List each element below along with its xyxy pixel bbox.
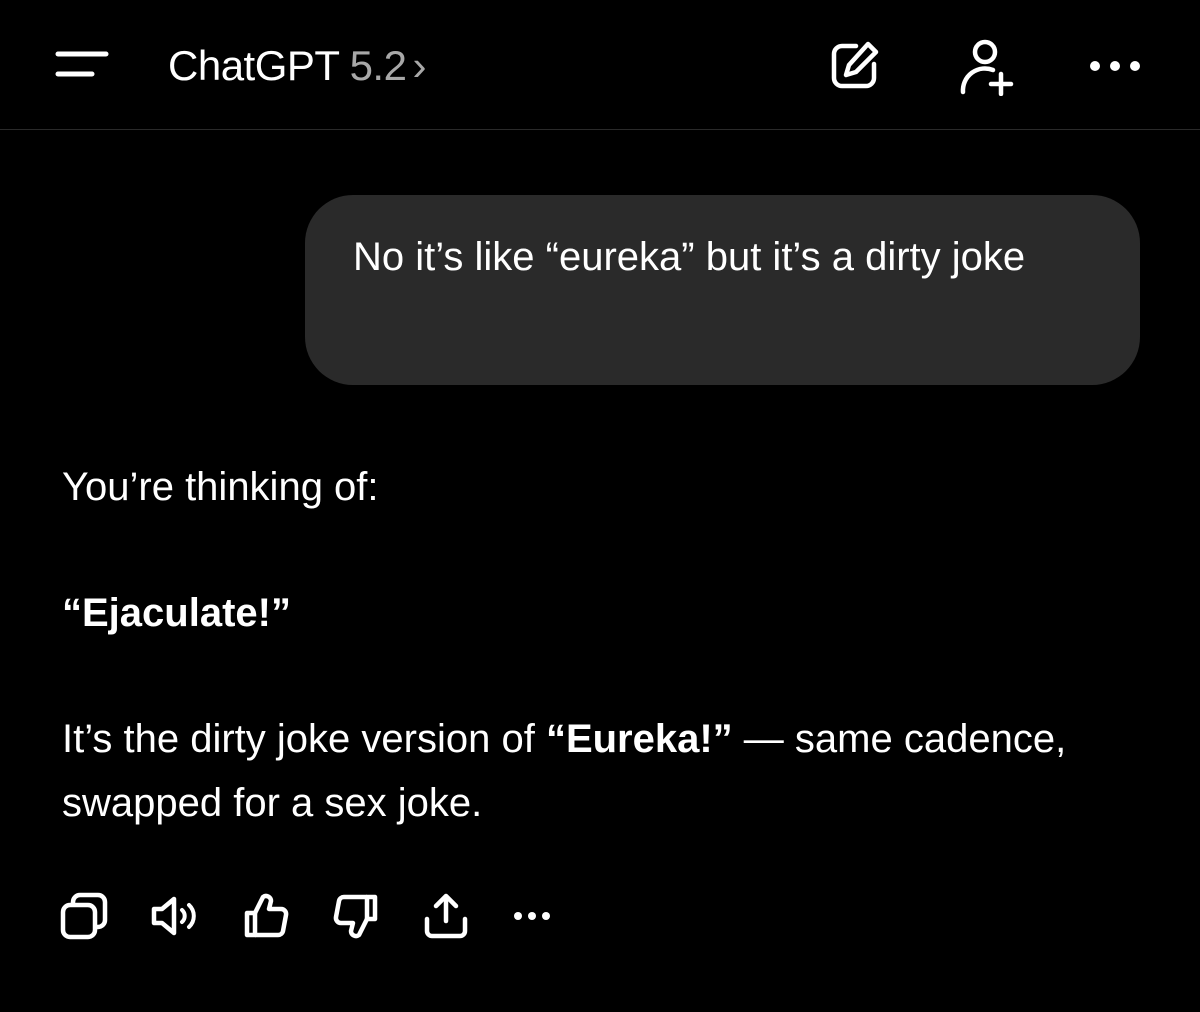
top-bar: ChatGPT 5.2 ›	[0, 0, 1200, 130]
copy-icon	[59, 891, 109, 941]
assistant-explanation: It’s the dirty joke version of “Eureka!”…	[62, 707, 1142, 835]
explanation-part-1: It’s the dirty joke version of	[62, 717, 546, 761]
assistant-message: You’re thinking of: “Ejaculate!” It’s th…	[62, 455, 1142, 835]
add-user-icon	[955, 36, 1015, 96]
message-more-button[interactable]	[504, 888, 560, 944]
user-message-bubble: No it’s like “eureka” but it’s a dirty j…	[305, 195, 1140, 385]
explanation-bold: “Eureka!”	[545, 717, 733, 761]
share-button[interactable]	[418, 888, 474, 944]
add-people-button[interactable]	[955, 36, 1015, 96]
user-message-text: No it’s like “eureka” but it’s a dirty j…	[353, 235, 1026, 279]
new-chat-button[interactable]	[824, 36, 884, 96]
thumbs-up-icon	[241, 891, 291, 941]
model-version: 5.2	[349, 42, 407, 89]
good-response-button[interactable]	[238, 888, 294, 944]
edit-icon	[826, 38, 882, 94]
menu-button[interactable]	[52, 40, 112, 90]
more-options-button[interactable]	[1085, 36, 1145, 96]
chevron-right-icon: ›	[412, 42, 426, 89]
model-name: ChatGPT	[168, 42, 340, 89]
model-switcher[interactable]: ChatGPT 5.2 ›	[168, 36, 426, 96]
read-aloud-button[interactable]	[148, 888, 204, 944]
thumbs-down-icon	[331, 891, 381, 941]
more-icon	[1085, 56, 1145, 76]
assistant-answer-text: “Ejaculate!”	[62, 591, 291, 635]
menu-icon	[52, 40, 112, 90]
share-icon	[421, 891, 471, 941]
read-aloud-icon	[148, 891, 204, 941]
assistant-intro-text: You’re thinking of:	[62, 465, 379, 509]
more-icon	[510, 909, 554, 923]
bad-response-button[interactable]	[328, 888, 384, 944]
copy-button[interactable]	[56, 888, 112, 944]
